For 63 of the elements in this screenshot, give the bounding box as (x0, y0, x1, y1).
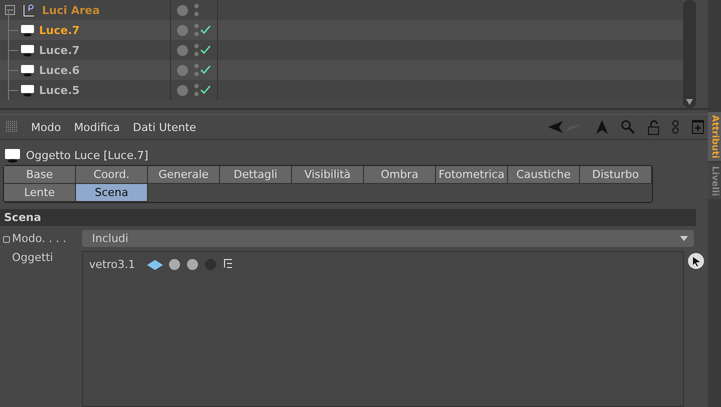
grip-icon[interactable] (6, 121, 18, 133)
tab[interactable]: Coord. (76, 166, 148, 184)
menu-item[interactable]: Modifica (74, 120, 120, 134)
search-icon[interactable] (621, 120, 635, 134)
up-arrow-icon[interactable] (596, 120, 608, 134)
render-dots-icon[interactable] (194, 3, 199, 17)
sphere-icon[interactable] (187, 259, 198, 270)
object-list[interactable]: vetro3.1 (82, 251, 684, 407)
light-icon (20, 24, 35, 36)
pick-cursor-icon[interactable] (688, 253, 704, 269)
tab[interactable]: Generale (148, 166, 220, 184)
check-icon[interactable] (200, 85, 211, 95)
link-icon[interactable] (672, 120, 679, 134)
tab[interactable]: Dettagli (220, 166, 292, 184)
scroll-down-icon[interactable] (686, 99, 693, 105)
tab[interactable]: Visibilità (292, 166, 364, 184)
tab[interactable]: Disturbo (580, 166, 652, 184)
unlock-icon[interactable] (648, 120, 659, 134)
object-tag-icon[interactable] (147, 260, 164, 270)
field-label: Modo. . . . (0, 232, 78, 244)
menu-item[interactable]: Modo (31, 120, 61, 134)
visibility-dot-icon[interactable] (177, 44, 188, 56)
visibility-dot-icon[interactable] (177, 64, 188, 76)
render-dots-icon[interactable] (194, 63, 199, 77)
tab[interactable]: Ombra (364, 166, 436, 184)
collapse-icon[interactable] (5, 4, 16, 16)
side-tab[interactable]: Livelli (708, 163, 721, 200)
scrollbar[interactable] (683, 0, 696, 108)
tab[interactable]: Base (4, 166, 76, 184)
visibility-dot-icon[interactable] (177, 84, 188, 96)
check-icon[interactable] (200, 65, 211, 75)
light-icon (20, 64, 35, 76)
render-dots-icon[interactable] (194, 23, 199, 37)
field-label: Oggetti (11, 251, 54, 266)
render-dots-icon[interactable] (194, 83, 199, 97)
section-header: Scena (0, 209, 696, 226)
visibility-dot-icon[interactable] (177, 4, 188, 16)
menu-item[interactable]: Dati Utente (132, 120, 196, 134)
sphere-icon[interactable] (169, 259, 180, 270)
tab[interactable]: Lente (4, 184, 76, 202)
list-item-label[interactable]: vetro3.1 (89, 258, 136, 271)
tree-item-label[interactable]: Luce.7 (39, 24, 80, 36)
side-tab[interactable]: Attributi (708, 112, 721, 162)
new-panel-icon[interactable] (692, 120, 704, 134)
dropdown-caret-icon (680, 236, 688, 240)
tree-item-label[interactable]: Luci Area (42, 4, 100, 16)
back-arrow-icon[interactable] (548, 121, 564, 133)
tree-item-label[interactable]: Luce.6 (39, 64, 80, 76)
light-icon (20, 84, 35, 96)
tab[interactable]: Scena (76, 184, 148, 202)
hierarchy-icon[interactable] (224, 259, 234, 268)
tree-item-label[interactable]: Luce.7 (39, 44, 80, 56)
tab[interactable]: Fotometrica (436, 166, 508, 184)
object-title: Oggetto Luce [Luce.7] (26, 149, 148, 162)
visibility-dot-icon[interactable] (177, 24, 188, 36)
render-dots-icon[interactable] (194, 43, 199, 57)
check-icon[interactable] (200, 25, 211, 35)
check-icon[interactable] (200, 45, 211, 55)
tab[interactable]: Caustiche (508, 166, 580, 184)
tree-item-label[interactable]: Luce.5 (39, 84, 80, 96)
light-icon (4, 148, 21, 163)
mode-dropdown[interactable]: Includi (82, 230, 694, 246)
light-icon (20, 44, 35, 56)
